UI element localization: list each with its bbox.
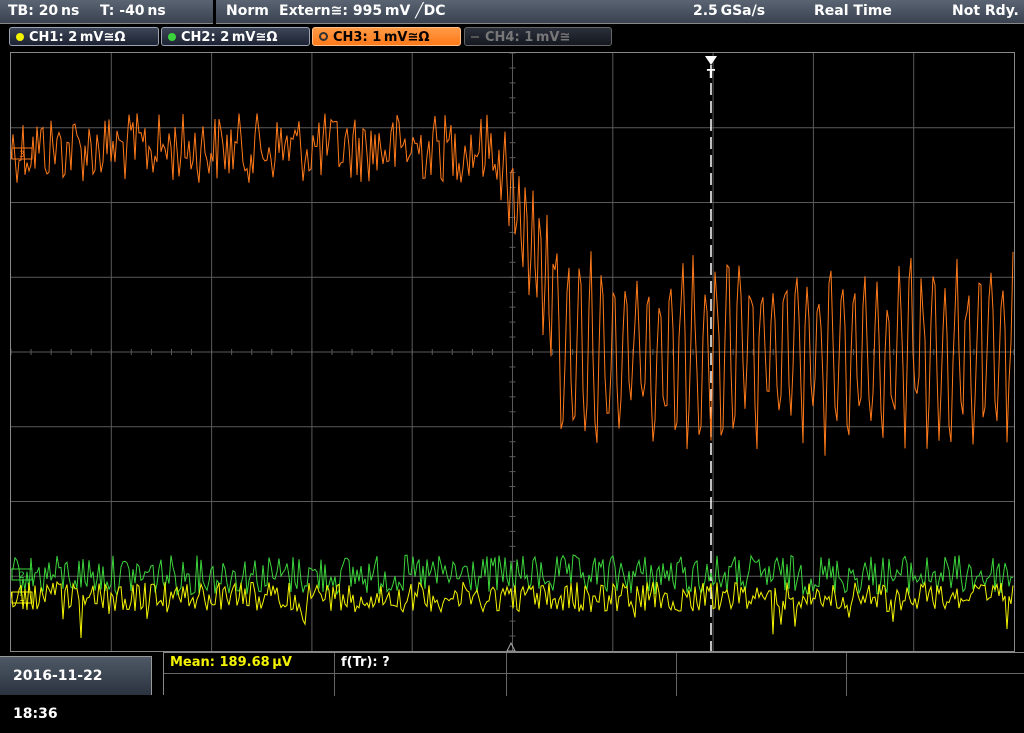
mean-measurement[interactable]: Mean: 189.68 μV	[170, 655, 292, 670]
channel-4-label: CH4: 1 mV≅	[485, 30, 571, 45]
waveform-display[interactable]: T 3 2 1	[10, 52, 1015, 652]
channel-3-marker-label: 3	[19, 150, 25, 160]
channel-4-tab[interactable]: CH4: 1 mV≅	[464, 27, 612, 46]
scope-svg: T 3 2 1	[11, 53, 1014, 651]
channel-2-tab[interactable]: CH2: 2 mV≅Ω	[161, 27, 310, 46]
measurement-col-divider-2	[506, 653, 507, 696]
measurement-panel[interactable]: Mean: 189.68 μV f(Tr): ?	[163, 652, 1024, 696]
channel-2-label: CH2: 2 mV≅Ω	[181, 30, 278, 45]
measurement-col-divider-3	[676, 653, 677, 696]
ready-state: Not Rdy.	[952, 3, 1019, 19]
measurement-divider	[164, 673, 1024, 674]
trigger-offset-icon	[506, 641, 516, 651]
rise-time-measurement[interactable]: f(Tr): ?	[341, 655, 390, 670]
channel-1-tab[interactable]: CH1: 2 mV≅Ω	[9, 27, 159, 46]
acquisition-mode[interactable]: Real Time	[814, 3, 892, 19]
channel-1-marker-label: 1	[19, 594, 25, 604]
channel-2-dot-icon	[168, 33, 176, 41]
trigger-panel[interactable]: Norm Extern≅: 995 mV ╱DC 2.5 GSa/s Real …	[216, 0, 1024, 24]
channel-3-dot-icon	[319, 32, 328, 41]
channel-1-dot-icon	[16, 33, 24, 41]
trigger-mode[interactable]: Norm	[226, 3, 269, 19]
channel-1-marker[interactable]: 1	[11, 591, 33, 604]
timebase-panel[interactable]: TB: 20 ns T: -40 ns	[0, 0, 213, 24]
measurement-col-divider-4	[846, 653, 847, 696]
channel-3-label: CH3: 1 mV≅Ω	[333, 30, 430, 45]
bottom-bar: 2016-11-22 18:36 Mean: 189.68 μV f(Tr): …	[0, 652, 1024, 722]
trigger-source[interactable]: Extern≅: 995 mV ╱DC	[279, 3, 446, 19]
channel-tabs: CH1: 2 mV≅Ω CH2: 2 mV≅Ω CH3: 1 mV≅Ω CH4:…	[0, 24, 1024, 50]
channel-4-dash-icon	[471, 36, 479, 38]
trigger-arrow-icon[interactable]	[705, 56, 717, 65]
status-bar: TB: 20 ns T: -40 ns Norm Extern≅: 995 mV…	[0, 0, 1024, 24]
measurement-col-divider-1	[334, 653, 335, 696]
channel-2-marker-label: 2	[19, 571, 25, 581]
channel-3-tab[interactable]: CH3: 1 mV≅Ω	[312, 27, 461, 46]
trigger-time-readout[interactable]: T: -40 ns	[100, 3, 166, 19]
timebase-readout[interactable]: TB: 20 ns	[8, 3, 79, 19]
channel-2-marker[interactable]: 2	[11, 568, 33, 581]
trigger-marker-label: T	[707, 67, 716, 81]
channel-1-label: CH1: 2 mV≅Ω	[29, 30, 126, 45]
sample-rate[interactable]: 2.5 GSa/s	[693, 3, 765, 19]
datetime-display: 2016-11-22 18:36	[0, 656, 152, 722]
